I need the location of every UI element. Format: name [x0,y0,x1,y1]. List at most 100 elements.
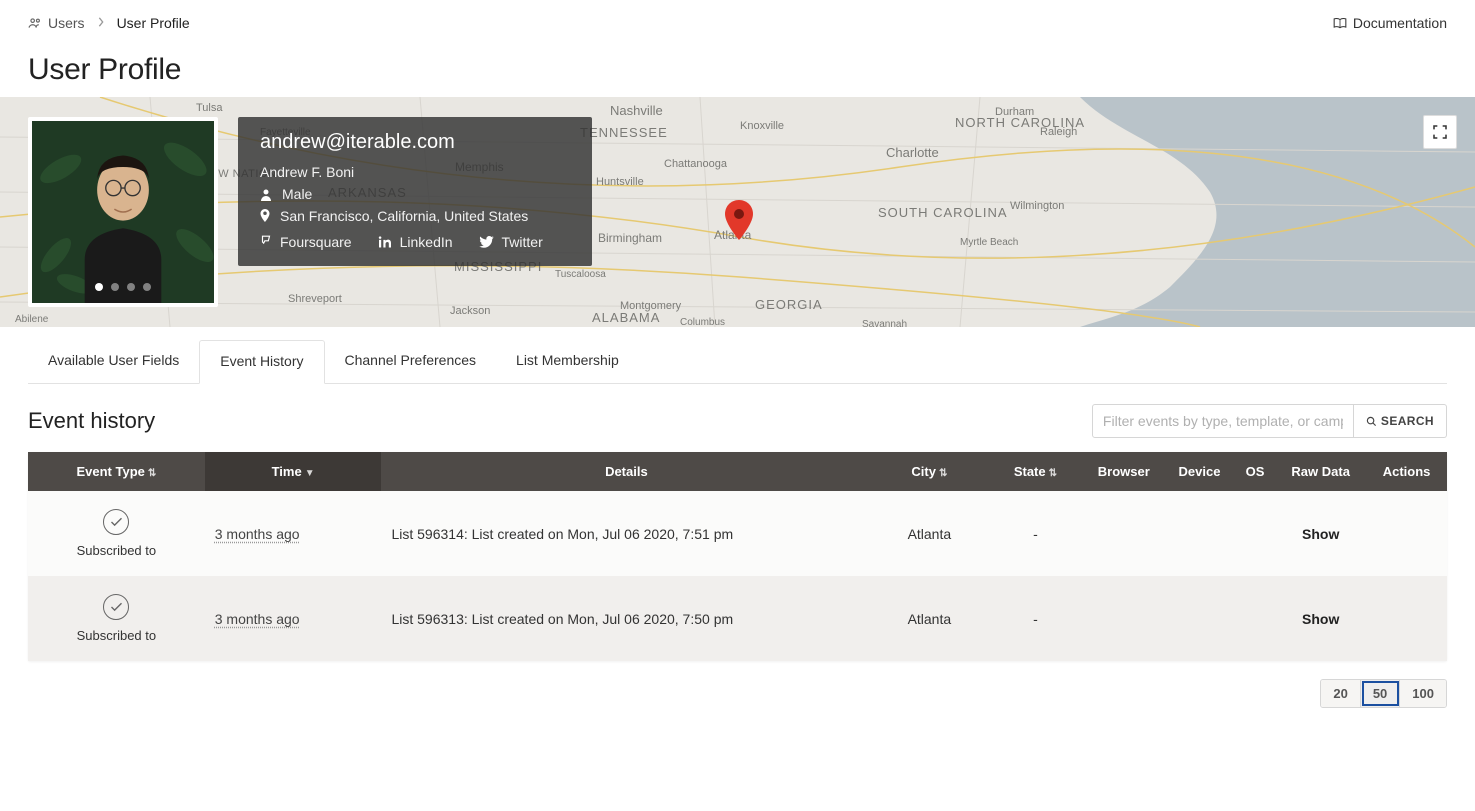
page-title: User Profile [28,53,1447,87]
linkedin-link[interactable]: LinkedIn [378,234,453,250]
map-hero: Nashville Knoxville NORTH CAROLINA Charl… [0,97,1475,327]
event-history-table: Event Type⇅ Time▼ Details City⇅ State⇅ B… [28,452,1447,661]
carousel-dot-2[interactable] [111,283,119,291]
profile-email: andrew@iterable.com [260,131,570,154]
svg-text:Tulsa: Tulsa [196,102,223,114]
twitter-link[interactable]: Twitter [479,234,543,250]
carousel-dot-3[interactable] [127,283,135,291]
event-type-label: Subscribed to [77,628,157,643]
twitter-icon [479,236,494,248]
svg-text:Abilene: Abilene [15,314,49,325]
book-icon [1333,17,1347,29]
event-type-label: Subscribed to [77,543,157,558]
event-actions [1366,576,1447,661]
page-size-20[interactable]: 20 [1321,680,1360,707]
svg-text:Raleigh: Raleigh [1040,126,1077,138]
avatar-image [32,121,214,303]
documentation-label: Documentation [1353,15,1447,31]
map-marker-icon [260,209,270,223]
svg-text:Myrtle Beach: Myrtle Beach [960,237,1018,248]
table-row: Subscribed to 3 months ago List 596313: Li… [28,576,1447,661]
event-time[interactable]: 3 months ago [215,611,300,627]
svg-text:Columbus: Columbus [680,317,725,327]
event-browser [1083,491,1164,576]
tab-available-user-fields[interactable]: Available User Fields [28,340,199,384]
breadcrumb-users-link[interactable]: Users [28,15,85,31]
svg-text:Charlotte: Charlotte [886,145,939,160]
svg-text:Durham: Durham [995,106,1034,118]
tab-list-membership[interactable]: List Membership [496,340,639,384]
col-device: Device [1164,452,1235,491]
svg-text:Wilmington: Wilmington [1010,200,1064,212]
event-time[interactable]: 3 months ago [215,526,300,542]
col-raw-data: Raw Data [1275,452,1366,491]
svg-text:Savannah: Savannah [862,319,907,327]
svg-text:Knoxville: Knoxville [740,120,784,132]
check-circle-icon [103,594,129,620]
col-state[interactable]: State⇅ [987,452,1083,491]
event-details: List 596314: List created on Mon, Jul 06… [381,491,871,576]
profile-location: San Francisco, California, United States [280,208,528,224]
event-city: Atlanta [871,491,987,576]
event-os [1235,491,1275,576]
svg-text:ALABAMA: ALABAMA [592,310,660,325]
svg-text:TENNESSEE: TENNESSEE [580,125,668,140]
page-size-100[interactable]: 100 [1400,680,1446,707]
svg-text:GEORGIA: GEORGIA [755,297,823,312]
fullscreen-icon [1432,124,1448,140]
svg-text:Shreveport: Shreveport [288,293,342,305]
documentation-link[interactable]: Documentation [1333,15,1447,31]
profile-gender: Male [282,186,312,202]
chevron-right-icon [97,16,105,30]
expand-map-button[interactable] [1423,115,1457,149]
event-browser [1083,576,1164,661]
svg-text:SOUTH CAROLINA: SOUTH CAROLINA [878,205,1008,220]
search-input[interactable] [1092,404,1354,438]
user-icon [260,188,272,201]
event-city: Atlanta [871,576,987,661]
search-icon [1366,416,1377,427]
svg-text:Birmingham: Birmingham [598,231,662,245]
event-device [1164,576,1235,661]
linkedin-icon [378,236,392,248]
tabs: Available User Fields Event History Chan… [28,339,1447,384]
page-size-50[interactable]: 50 [1361,680,1400,707]
foursquare-link[interactable]: Foursquare [260,234,352,250]
col-event-type[interactable]: Event Type⇅ [28,452,205,491]
svg-text:Tuscaloosa: Tuscaloosa [555,269,606,280]
avatar[interactable] [28,117,218,307]
users-icon [28,16,42,30]
check-circle-icon [103,509,129,535]
raw-data-show-link[interactable]: Show [1302,526,1339,542]
event-state: - [987,576,1083,661]
table-row: Subscribed to 3 months ago List 596314: Li… [28,491,1447,576]
carousel-dot-1[interactable] [95,283,103,291]
event-details: List 596313: List created on Mon, Jul 06… [381,576,871,661]
event-actions [1366,491,1447,576]
carousel-dot-4[interactable] [143,283,151,291]
profile-name: Andrew F. Boni [260,164,570,180]
profile-info-card: andrew@iterable.com Andrew F. Boni Male … [238,117,592,266]
col-city[interactable]: City⇅ [871,452,987,491]
raw-data-show-link[interactable]: Show [1302,611,1339,627]
svg-text:Chattanooga: Chattanooga [664,158,728,170]
breadcrumb-root: Users [48,15,85,31]
svg-text:Huntsville: Huntsville [596,176,644,188]
col-time[interactable]: Time▼ [205,452,382,491]
col-os: OS [1235,452,1275,491]
event-os [1235,576,1275,661]
col-details: Details [381,452,871,491]
tab-channel-preferences[interactable]: Channel Preferences [325,340,497,384]
tab-event-history[interactable]: Event History [199,340,324,384]
event-state: - [987,491,1083,576]
map-pin-icon [724,200,754,245]
foursquare-icon [260,235,272,249]
search-group: SEARCH [1092,404,1447,438]
event-device [1164,491,1235,576]
breadcrumb: Users User Profile [28,15,190,31]
col-actions: Actions [1366,452,1447,491]
svg-text:Nashville: Nashville [610,103,663,118]
svg-text:Jackson: Jackson [450,305,490,317]
search-button[interactable]: SEARCH [1354,404,1447,438]
section-title: Event history [28,408,155,434]
